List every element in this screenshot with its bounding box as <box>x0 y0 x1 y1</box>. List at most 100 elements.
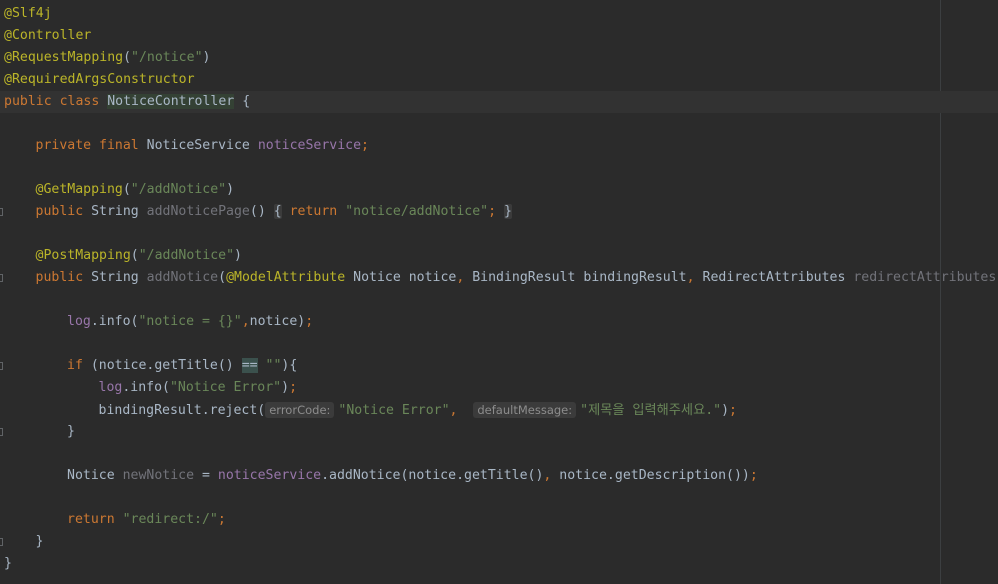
code-token: ) <box>226 182 235 197</box>
code-token: addNotice <box>146 270 219 285</box>
code-token: String <box>91 270 147 285</box>
code-token: = <box>194 468 218 483</box>
code-token: .info( <box>122 380 170 395</box>
code-token: , <box>686 270 703 285</box>
code-token: "/addNotice" <box>138 248 235 263</box>
code-token: ( <box>123 50 132 65</box>
code-token: "제목을 입력해주세요." <box>580 403 722 418</box>
code-token: @RequiredArgsConstructor <box>4 72 195 87</box>
code-token: == <box>241 358 258 373</box>
code-line[interactable] <box>0 443 998 465</box>
code-token: () <box>249 204 274 219</box>
code-token: ) <box>281 380 290 395</box>
code-token: "/notice" <box>131 50 203 65</box>
code-line[interactable]: @RequestMapping("/notice") <box>0 47 998 69</box>
code-token: ; <box>488 204 504 219</box>
code-token: ) <box>234 248 242 263</box>
code-token: , <box>241 314 250 329</box>
code-line[interactable]: private final NoticeService noticeServic… <box>0 135 998 157</box>
fold-marker-icon[interactable] <box>0 362 3 370</box>
code-token: , <box>456 270 473 285</box>
code-token: "Notice Error" <box>169 380 282 395</box>
code-line[interactable]: @Slf4j <box>0 3 998 25</box>
code-token: NoticeController <box>107 94 235 109</box>
code-token: if <box>67 358 91 373</box>
code-token: , <box>449 403 474 418</box>
code-token: ; <box>749 468 758 483</box>
code-token: notice) <box>249 314 306 329</box>
code-token: } <box>35 534 44 549</box>
code-line[interactable] <box>0 333 998 355</box>
fold-marker-icon[interactable] <box>0 274 3 282</box>
code-line[interactable]: } <box>0 553 998 575</box>
fold-marker-icon[interactable] <box>0 428 3 436</box>
code-line[interactable] <box>0 487 998 509</box>
code-line[interactable]: if (notice.getTitle() == ""){ <box>0 355 998 377</box>
code-token: ; <box>305 314 314 329</box>
code-token: public <box>35 270 92 285</box>
code-token: return <box>289 204 346 219</box>
code-token: ( <box>130 248 139 263</box>
fold-marker-icon[interactable] <box>0 538 3 546</box>
code-line[interactable]: @RequiredArgsConstructor <box>0 69 998 91</box>
code-token: public <box>35 204 92 219</box>
code-token: return <box>67 512 123 527</box>
code-token: "/addNotice" <box>130 182 227 197</box>
code-line[interactable]: } <box>0 421 998 443</box>
code-line[interactable] <box>0 289 998 311</box>
code-token: Notice notice <box>353 270 457 285</box>
code-token: notice.getDescription()) <box>559 468 750 483</box>
code-token: "notice = {}" <box>138 314 242 329</box>
code-line[interactable]: log.info("notice = {}",notice); <box>0 311 998 333</box>
code-token: ; <box>217 512 226 527</box>
code-token: private final <box>35 138 147 153</box>
code-token: bindingResult.reject( <box>98 403 266 418</box>
code-token: "redirect:/" <box>122 512 218 527</box>
code-token: "" <box>265 358 282 373</box>
code-token: { <box>273 204 282 219</box>
code-line[interactable]: public String addNoticePage() { return "… <box>0 201 998 223</box>
code-token: "notice/addNotice" <box>345 204 489 219</box>
code-token: } <box>4 556 12 571</box>
code-line[interactable]: @PostMapping("/addNotice") <box>0 245 998 267</box>
code-token: RedirectAttributes <box>702 270 854 285</box>
code-token: ( <box>122 182 131 197</box>
code-line[interactable]: Notice newNotice = noticeService.addNoti… <box>0 465 998 487</box>
code-token: redirectAttributes <box>853 270 997 285</box>
code-line[interactable]: public class NoticeController { <box>0 91 998 113</box>
code-token: @Controller <box>4 28 92 43</box>
code-line[interactable]: log.info("Notice Error"); <box>0 377 998 399</box>
code-token: { <box>234 94 251 109</box>
parameter-hint: defaultMessage: <box>473 402 577 418</box>
code-line[interactable] <box>0 223 998 245</box>
code-token: log <box>67 314 91 329</box>
code-line[interactable]: } <box>0 531 998 553</box>
code-editor[interactable]: @Slf4j @Controller @RequestMapping("/notic… <box>0 0 998 584</box>
code-token: } <box>504 204 512 219</box>
code-token: ; <box>729 403 737 418</box>
code-line[interactable]: public String addNotice(@ModelAttribute … <box>0 267 998 289</box>
code-line[interactable] <box>0 113 998 135</box>
code-token: String <box>91 204 147 219</box>
code-token: noticeService <box>257 138 362 153</box>
code-token: noticeService <box>217 468 322 483</box>
code-line[interactable]: return "redirect:/"; <box>0 509 998 531</box>
code-token: public class <box>4 94 108 109</box>
code-line[interactable]: bindingResult.reject(errorCode: "Notice E… <box>0 399 998 421</box>
code-token: @GetMapping <box>35 182 123 197</box>
code-token: "Notice Error" <box>338 403 450 418</box>
code-token: .addNotice(notice.getTitle() <box>321 468 544 483</box>
fold-marker-icon[interactable] <box>0 208 3 216</box>
code-line[interactable]: @GetMapping("/addNotice") <box>0 179 998 201</box>
code-token: .info( <box>90 314 139 329</box>
code-token: BindingResult bindingResult <box>472 270 687 285</box>
code-token: Notice <box>67 468 123 483</box>
code-line[interactable]: @Controller <box>0 25 998 47</box>
code-line[interactable] <box>0 157 998 179</box>
code-token: ; <box>361 138 369 153</box>
code-token: ) <box>721 403 730 418</box>
code-token: @ModelAttribute <box>226 270 354 285</box>
code-token: NoticeService <box>146 138 258 153</box>
